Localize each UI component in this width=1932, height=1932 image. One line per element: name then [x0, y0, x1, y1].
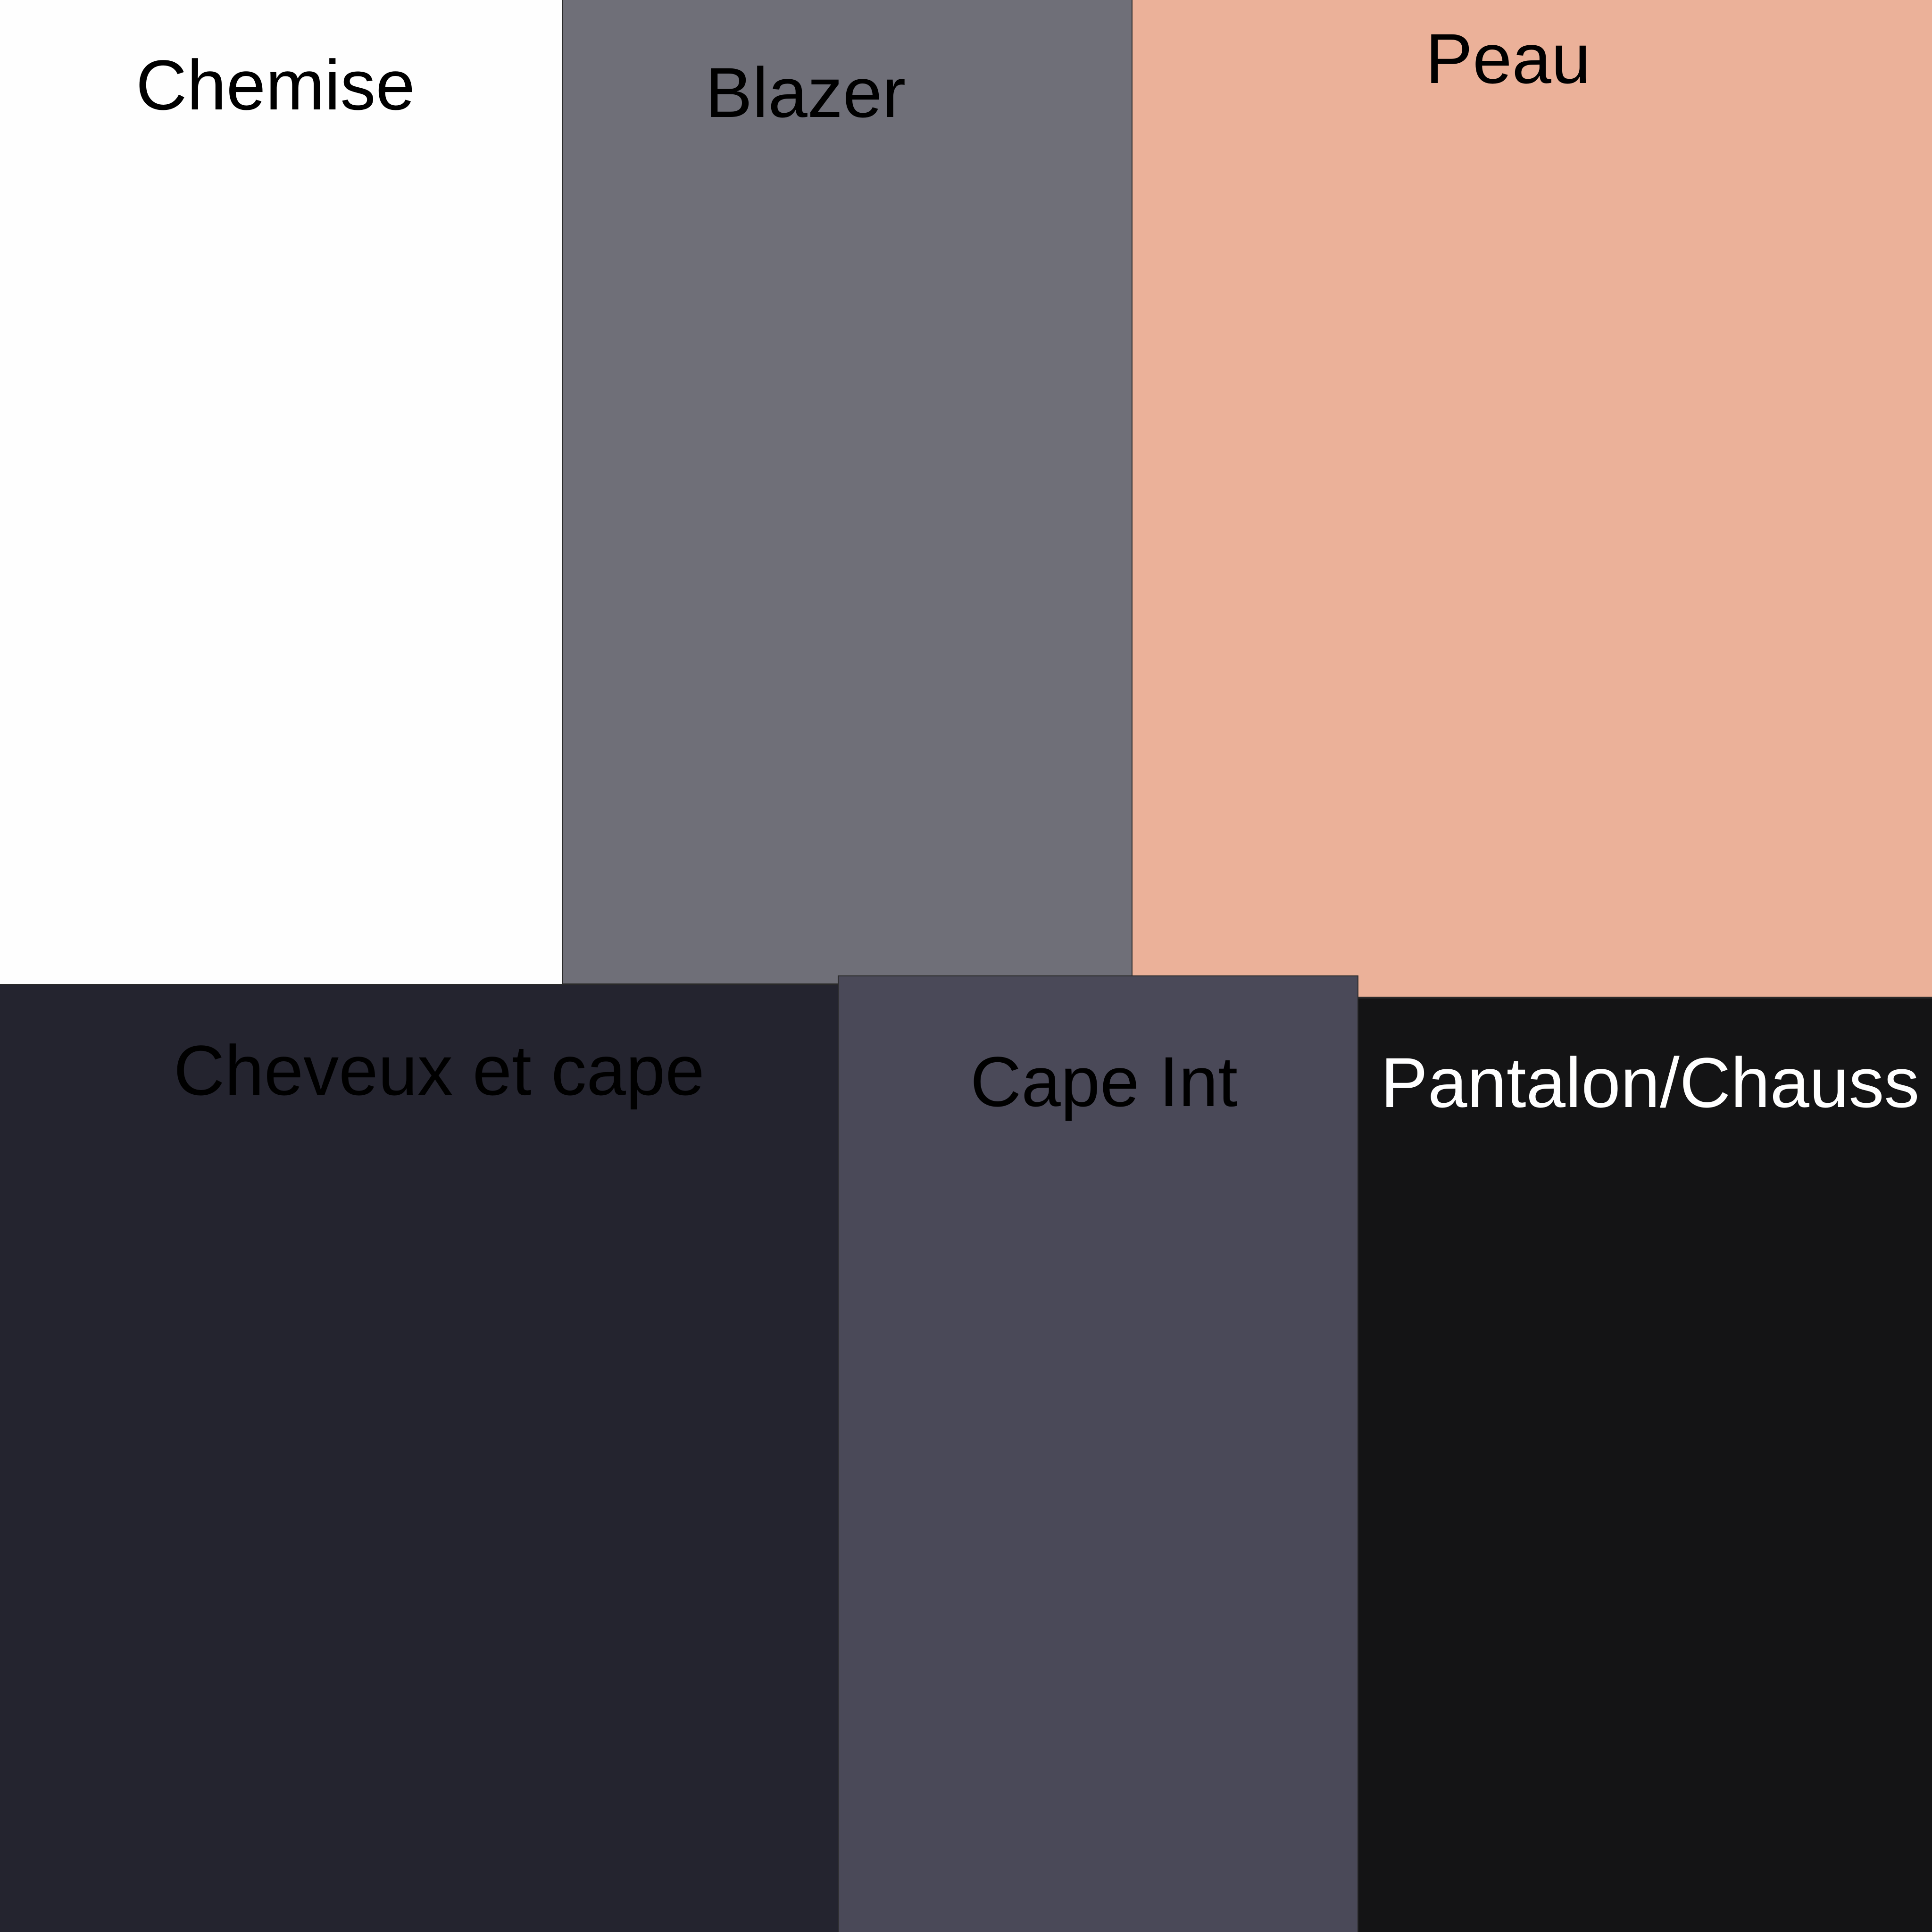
label-cape-int: Cape Int	[970, 1042, 1238, 1121]
swatch-chemise	[0, 0, 563, 984]
label-chemise: Chemise	[136, 45, 415, 125]
label-peau: Peau	[1425, 19, 1591, 98]
label-cheveux-et-cape: Cheveux et cape	[174, 1031, 705, 1110]
color-palette-canvas: Chemise Blazer Peau Cheveux et cape Cape…	[0, 0, 1932, 1932]
label-blazer: Blazer	[705, 53, 906, 132]
swatch-cheveux-et-cape	[0, 984, 839, 1932]
swatch-peau	[1132, 0, 1932, 998]
swatch-blazer	[562, 0, 1133, 984]
swatch-pantalon-chauss	[1357, 998, 1932, 1932]
label-pantalon-chauss: Pantalon/Chauss	[1381, 1043, 1920, 1122]
